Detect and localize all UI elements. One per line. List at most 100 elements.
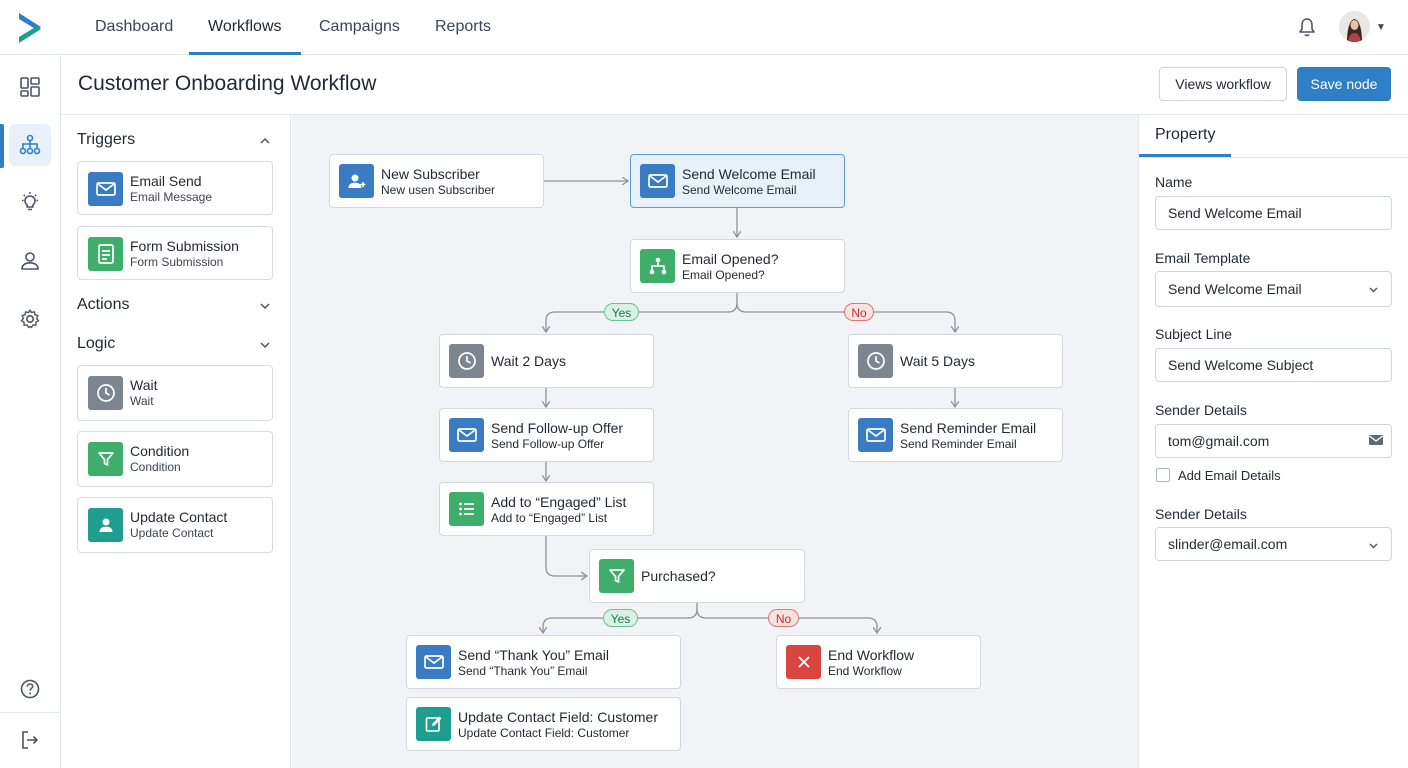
triggers-section-label: Triggers	[77, 131, 136, 148]
sender-details-label: Sender Details	[1155, 402, 1247, 418]
branch-no-badge: No	[768, 609, 799, 627]
property-panel: Property Name Email Template Send Welcom…	[1138, 115, 1408, 768]
node-title: Send Welcome Email	[682, 166, 816, 182]
nav-tab-reports[interactable]: Reports	[416, 0, 510, 55]
rail-settings-button[interactable]	[9, 298, 51, 340]
subject-line-label: Subject Line	[1155, 326, 1233, 342]
form-icon	[88, 237, 123, 271]
page-header: Customer Onboarding Workflow Views workf…	[61, 55, 1408, 115]
node-send-reminder-email[interactable]: Send Reminder Email Send Reminder Email	[848, 408, 1063, 462]
node-title: Send Follow-up Offer	[491, 420, 624, 436]
email-template-value: Send Welcome Email	[1168, 281, 1302, 297]
node-purchased[interactable]: Purchased?	[589, 549, 805, 603]
node-subtitle: Send “Thank You” Email	[458, 664, 588, 678]
user-avatar[interactable]	[1339, 11, 1370, 42]
palette-item-wait[interactable]: Wait Wait	[77, 365, 273, 421]
rail-ideas-button[interactable]	[9, 181, 51, 223]
node-send-thank-you-email[interactable]: Send “Thank You” Email Send “Thank You” …	[406, 635, 681, 689]
user-add-icon	[339, 164, 374, 198]
palette-item-update-contact[interactable]: Update Contact Update Contact	[77, 497, 273, 553]
node-send-welcome-email[interactable]: Send Welcome Email Send Welcome Email	[630, 154, 845, 208]
filter-icon	[88, 442, 123, 476]
node-subtitle: End Workflow	[828, 664, 902, 678]
node-send-follow-up-offer[interactable]: Send Follow-up Offer Send Follow-up Offe…	[439, 408, 654, 462]
chevron-down-icon	[260, 303, 270, 310]
rail-active-indicator	[0, 124, 4, 168]
actions-section-header[interactable]: Actions	[77, 296, 273, 318]
palette-item-form-submission[interactable]: Form Submission Form Submission	[77, 226, 273, 280]
node-email-opened[interactable]: Email Opened? Email Opened?	[630, 239, 845, 293]
save-node-button[interactable]: Save node	[1297, 67, 1391, 101]
chevron-up-icon	[260, 137, 270, 144]
palette-item-condition[interactable]: Condition Condition	[77, 431, 273, 487]
nav-tab-dashboard[interactable]: Dashboard	[76, 0, 192, 55]
node-title: Wait 2 Days	[491, 353, 566, 369]
node-title: New Subscriber	[381, 166, 480, 182]
rail-dashboard-button[interactable]	[9, 66, 51, 108]
chevron-down-icon	[1369, 287, 1378, 293]
clock-icon	[858, 344, 893, 378]
mail-icon	[449, 418, 484, 452]
workflow-icon	[19, 134, 41, 155]
branch-no-badge: No	[844, 303, 874, 321]
person-icon	[88, 508, 123, 542]
node-wait-2-days[interactable]: Wait 2 Days	[439, 334, 654, 388]
app-logo[interactable]	[16, 12, 44, 44]
page-title: Customer Onboarding Workflow	[78, 72, 377, 95]
help-icon	[20, 679, 40, 699]
palette-item-title: Condition	[130, 443, 190, 459]
node-title: Purchased?	[641, 568, 716, 584]
node-title: Send “Thank You” Email	[458, 647, 609, 663]
palette-item-title: Wait	[130, 377, 158, 393]
node-subtitle: Add to “Engaged” List	[491, 511, 608, 525]
mail-icon	[88, 172, 123, 206]
node-subtitle: Send Welcome Email	[682, 183, 797, 197]
branch-yes-badge: Yes	[604, 303, 639, 321]
rail-workflows-button[interactable]	[9, 124, 51, 166]
node-subtitle: Send Reminder Email	[900, 437, 1017, 451]
nav-tab-campaigns[interactable]: Campaigns	[300, 0, 419, 55]
users-icon	[21, 252, 39, 270]
logic-section-header[interactable]: Logic	[77, 335, 273, 357]
node-title: Wait 5 Days	[900, 353, 975, 369]
views-workflow-button[interactable]: Views workflow	[1159, 67, 1287, 101]
actions-section-label: Actions	[77, 296, 130, 313]
bell-icon[interactable]	[1296, 16, 1318, 38]
email-template-select[interactable]: Send Welcome Email	[1155, 271, 1392, 307]
clock-icon	[88, 376, 123, 410]
palette-item-email-send[interactable]: Email Send Email Message	[77, 161, 273, 215]
node-subtitle: New usen Subscriber	[381, 183, 496, 197]
palette-item-subtitle: Email Message	[130, 190, 213, 204]
node-palette-panel: Triggers Email Send Email Message Form S…	[61, 115, 291, 768]
sender-email-select[interactable]: slinder@email.com	[1155, 527, 1392, 561]
mail-icon	[416, 645, 451, 679]
node-new-subscriber[interactable]: New Subscriber New usen Subscriber	[329, 154, 544, 208]
name-input[interactable]	[1155, 196, 1392, 230]
mail-icon[interactable]	[1368, 433, 1384, 447]
triggers-section-header[interactable]: Triggers	[77, 131, 273, 153]
caret-down-icon[interactable]: ▼	[1376, 22, 1386, 33]
node-wait-5-days[interactable]: Wait 5 Days	[848, 334, 1063, 388]
clock-icon	[449, 344, 484, 378]
add-email-details-checkbox[interactable]	[1156, 468, 1170, 482]
palette-item-subtitle: Condition	[130, 460, 181, 474]
node-end-workflow[interactable]: End Workflow End Workflow	[776, 635, 981, 689]
nav-tab-workflows[interactable]: Workflows	[189, 0, 301, 55]
rail-help-button[interactable]	[9, 668, 51, 710]
mail-icon	[640, 164, 675, 198]
add-email-details-label[interactable]: Add Email Details	[1178, 468, 1281, 483]
palette-item-title: Update Contact	[130, 509, 228, 525]
node-add-to-engaged-list[interactable]: Add to “Engaged” List Add to “Engaged” L…	[439, 482, 654, 536]
palette-item-title: Form Submission	[130, 238, 239, 254]
chevron-down-icon	[260, 342, 270, 349]
rail-contacts-button[interactable]	[9, 240, 51, 282]
node-update-contact-field[interactable]: Update Contact Field: Customer Update Co…	[406, 697, 681, 751]
palette-item-subtitle: Wait	[130, 394, 154, 408]
sender-email-input[interactable]	[1155, 424, 1392, 458]
rail-logout-button[interactable]	[9, 719, 51, 761]
icon-rail	[0, 55, 61, 768]
node-title: Email Opened?	[682, 251, 779, 267]
workflow-canvas[interactable]: New Subscriber New usen Subscriber Send …	[292, 115, 1138, 768]
tab-property[interactable]: Property	[1139, 115, 1231, 157]
subject-line-input[interactable]	[1155, 348, 1392, 382]
